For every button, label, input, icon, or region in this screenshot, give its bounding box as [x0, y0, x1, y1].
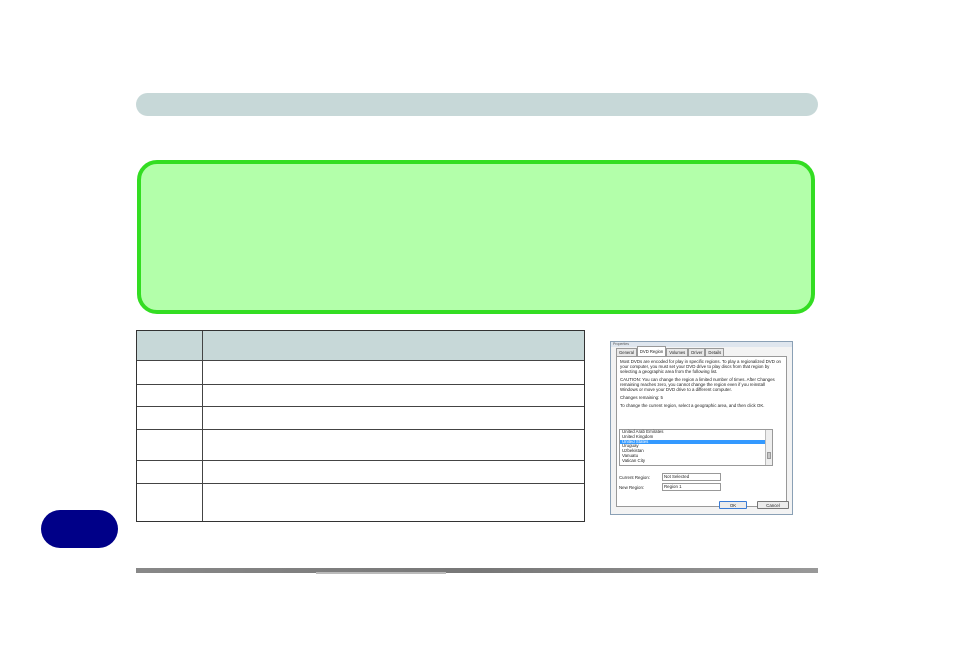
description-text: Most DVDs are encoded for play in specif…	[620, 359, 781, 374]
table-cell	[203, 385, 584, 407]
new-region-label: New Region:	[619, 484, 645, 490]
region-table	[136, 330, 585, 522]
chapter-tab-badge	[41, 510, 118, 548]
table-cell	[203, 407, 584, 430]
table-cell	[137, 430, 203, 461]
table-cell	[137, 385, 203, 407]
current-region-label: Current Region:	[619, 474, 650, 480]
cancel-button[interactable]: Cancel	[757, 501, 789, 509]
table-cell	[137, 361, 203, 385]
tab-general[interactable]: General	[616, 348, 637, 356]
list-scrollbar[interactable]	[765, 430, 772, 465]
current-region-field: Not Selected	[662, 473, 721, 481]
new-region-field: Region 1	[662, 483, 721, 491]
dvd-region-dialog: Properties General DVD Region Volumes Dr…	[610, 341, 793, 515]
table-header-cell	[137, 331, 203, 361]
table-cell	[137, 461, 203, 484]
instruction-text: To change the current region, select a g…	[620, 403, 765, 408]
tab-dvd-region[interactable]: DVD Region	[636, 346, 667, 356]
table-cell	[203, 461, 584, 484]
current-region-row: Current Region: Not Selected	[619, 473, 721, 481]
footer-rule	[136, 568, 818, 574]
table-cell	[203, 484, 584, 521]
page-header-bar	[136, 93, 818, 116]
table-cell	[137, 407, 203, 430]
table-cell	[203, 361, 584, 385]
ok-button[interactable]: OK	[719, 501, 747, 509]
table-header-cell	[203, 331, 584, 361]
tab-driver[interactable]: Driver	[688, 348, 706, 356]
region-list[interactable]: United Arab Emirates United Kingdom Unit…	[619, 429, 773, 466]
tab-volumes[interactable]: Volumes	[666, 348, 689, 356]
list-item[interactable]: Vatican City	[620, 458, 772, 464]
table-cell	[203, 430, 584, 461]
tab-details[interactable]: Details	[705, 348, 725, 356]
dialog-tabs: General DVD Region Volumes Driver Detail…	[616, 346, 725, 356]
scrollbar-thumb[interactable]	[767, 452, 771, 459]
table-cell	[137, 484, 203, 521]
changes-remaining-text: Changes remaining: 5	[620, 395, 663, 400]
new-region-row: New Region: Region 1	[619, 483, 721, 491]
note-box	[137, 160, 815, 314]
caution-text: CAUTION: You can change the region a lim…	[620, 377, 775, 392]
